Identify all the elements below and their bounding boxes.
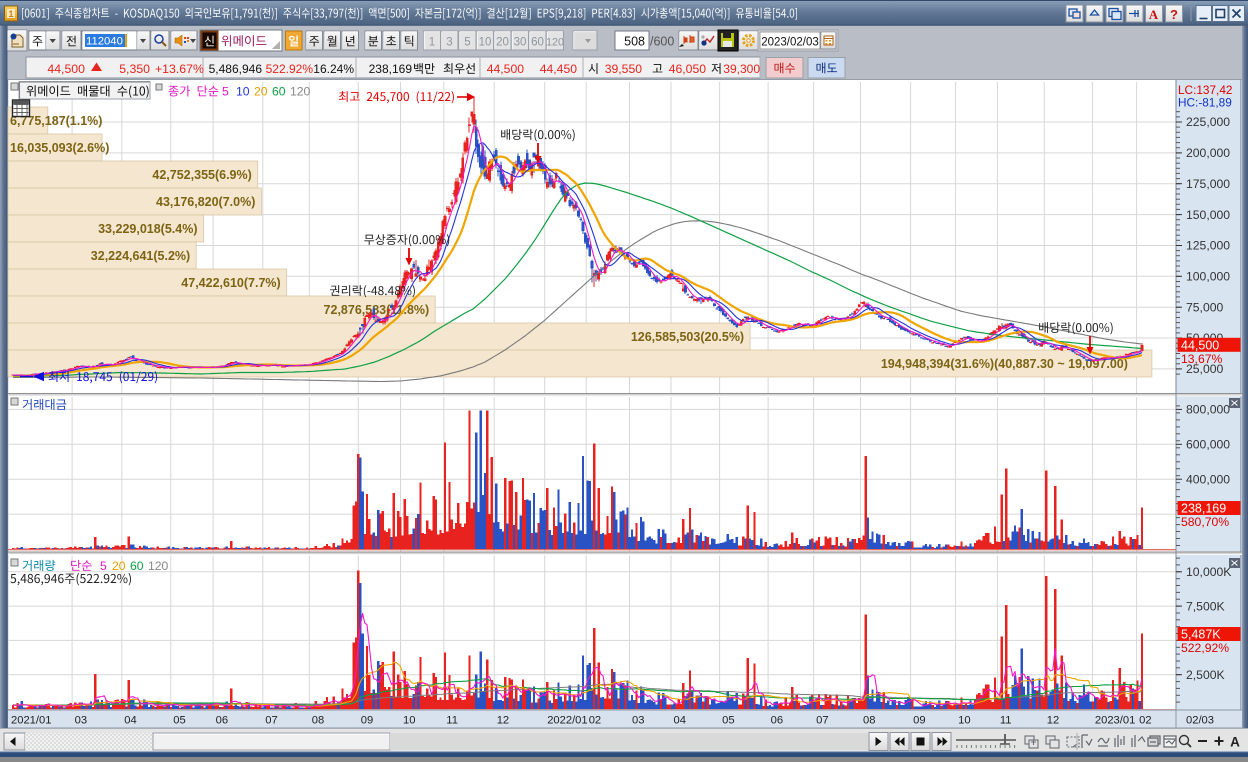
svg-text:?: ? xyxy=(1170,7,1178,22)
svg-text:11: 11 xyxy=(1000,715,1012,727)
svg-text:120: 120 xyxy=(546,37,564,49)
svg-text:43,176,820(7.0%): 43,176,820(7.0%) xyxy=(156,195,255,209)
svg-text:580,70%: 580,70% xyxy=(1181,515,1229,529)
svg-text:60: 60 xyxy=(130,559,144,573)
svg-text:03: 03 xyxy=(75,715,87,727)
svg-text:5: 5 xyxy=(100,559,107,573)
svg-text:2022/01: 2022/01 xyxy=(547,715,587,727)
svg-text:175,000: 175,000 xyxy=(1186,177,1230,191)
svg-text:HC:-81,89: HC:-81,89 xyxy=(1178,96,1232,110)
svg-text:47,422,610(7.7%): 47,422,610(7.7%) xyxy=(181,276,280,290)
svg-text:06: 06 xyxy=(771,715,783,727)
svg-text:08: 08 xyxy=(312,715,324,727)
svg-text:/600: /600 xyxy=(650,35,674,49)
svg-text:125,000: 125,000 xyxy=(1186,239,1230,253)
svg-text:20: 20 xyxy=(254,85,268,99)
svg-text:10,000K: 10,000K xyxy=(1186,565,1231,579)
svg-text:46,050: 46,050 xyxy=(669,62,706,76)
svg-text:2021/01: 2021/01 xyxy=(11,715,51,727)
svg-text:02: 02 xyxy=(589,715,601,727)
svg-text:120: 120 xyxy=(148,559,169,573)
svg-text:44,500: 44,500 xyxy=(487,62,524,76)
svg-text:120: 120 xyxy=(290,85,311,99)
svg-text:238,169: 238,169 xyxy=(1181,502,1226,516)
svg-text:225,000: 225,000 xyxy=(1186,115,1230,129)
svg-text:522,92%: 522,92% xyxy=(1181,641,1229,655)
svg-text:39,300: 39,300 xyxy=(723,62,760,76)
svg-text:44,450: 44,450 xyxy=(540,62,577,76)
svg-text:09: 09 xyxy=(913,715,925,727)
svg-text:02/03: 02/03 xyxy=(1186,715,1214,727)
svg-text:11: 11 xyxy=(446,715,458,727)
svg-text:200,000: 200,000 xyxy=(1186,146,1230,160)
svg-text:42,752,355(6.9%): 42,752,355(6.9%) xyxy=(152,168,251,182)
svg-text:5: 5 xyxy=(464,37,470,49)
svg-text:+13.67%: +13.67% xyxy=(155,62,204,76)
svg-text:100,000: 100,000 xyxy=(1186,270,1230,284)
svg-text:1: 1 xyxy=(429,37,435,49)
svg-text:5,350: 5,350 xyxy=(119,62,150,76)
svg-text:44,500: 44,500 xyxy=(1181,339,1219,353)
svg-text:10: 10 xyxy=(236,85,250,99)
svg-text:508: 508 xyxy=(624,35,645,49)
svg-text:20: 20 xyxy=(112,559,126,573)
svg-text:13,67%: 13,67% xyxy=(1181,352,1222,366)
svg-text:A: A xyxy=(1230,735,1240,750)
svg-text:238,169: 238,169 xyxy=(369,62,413,76)
svg-text:7,500K: 7,500K xyxy=(1186,599,1225,613)
svg-text:400,000: 400,000 xyxy=(1186,472,1230,486)
svg-text:09: 09 xyxy=(361,715,373,727)
svg-text:04: 04 xyxy=(674,715,686,727)
svg-text:08: 08 xyxy=(863,715,875,727)
svg-text:10: 10 xyxy=(403,715,415,727)
svg-text:39,550: 39,550 xyxy=(605,62,642,76)
svg-text:600,000: 600,000 xyxy=(1186,438,1230,452)
svg-text:05: 05 xyxy=(722,715,734,727)
svg-text:16.24%: 16.24% xyxy=(313,62,354,76)
svg-text:12: 12 xyxy=(497,715,509,727)
svg-text:60: 60 xyxy=(531,37,544,49)
svg-text:04: 04 xyxy=(124,715,136,727)
svg-text:44,500: 44,500 xyxy=(47,62,85,76)
svg-text:2023/02/03: 2023/02/03 xyxy=(761,37,819,49)
svg-text:60: 60 xyxy=(272,85,286,99)
svg-text:5: 5 xyxy=(222,85,229,99)
svg-text:150,000: 150,000 xyxy=(1186,208,1230,222)
svg-text:32,224,641(5.2%): 32,224,641(5.2%) xyxy=(91,249,190,263)
svg-text:02: 02 xyxy=(1139,715,1151,727)
svg-text:3: 3 xyxy=(446,37,452,49)
svg-text:05: 05 xyxy=(173,715,185,727)
svg-text:06: 06 xyxy=(216,715,228,727)
svg-text:522.92%: 522.92% xyxy=(266,62,314,76)
svg-text:10: 10 xyxy=(479,37,492,49)
svg-text:20: 20 xyxy=(496,37,509,49)
svg-text:112040: 112040 xyxy=(86,36,123,48)
svg-text:126,585,503(20.5%): 126,585,503(20.5%) xyxy=(631,330,744,344)
svg-text:2,500K: 2,500K xyxy=(1186,668,1225,682)
svg-text:07: 07 xyxy=(816,715,828,727)
svg-text:33,229,018(5.4%): 33,229,018(5.4%) xyxy=(98,222,197,236)
svg-text:800,000: 800,000 xyxy=(1186,403,1230,417)
svg-text:5,487K: 5,487K xyxy=(1181,628,1221,642)
svg-text:A: A xyxy=(1149,7,1159,22)
svg-text:10: 10 xyxy=(958,715,970,727)
svg-text:5,486,946: 5,486,946 xyxy=(209,62,263,76)
svg-text:75,000: 75,000 xyxy=(1186,300,1223,314)
svg-text:07: 07 xyxy=(265,715,277,727)
svg-text:12: 12 xyxy=(1047,715,1059,727)
svg-text:2023/01: 2023/01 xyxy=(1095,715,1135,727)
svg-text:16,035,093(2.6%): 16,035,093(2.6%) xyxy=(10,141,109,155)
svg-text:30: 30 xyxy=(514,37,527,49)
svg-text:03: 03 xyxy=(632,715,644,727)
svg-text:1: 1 xyxy=(8,9,13,19)
